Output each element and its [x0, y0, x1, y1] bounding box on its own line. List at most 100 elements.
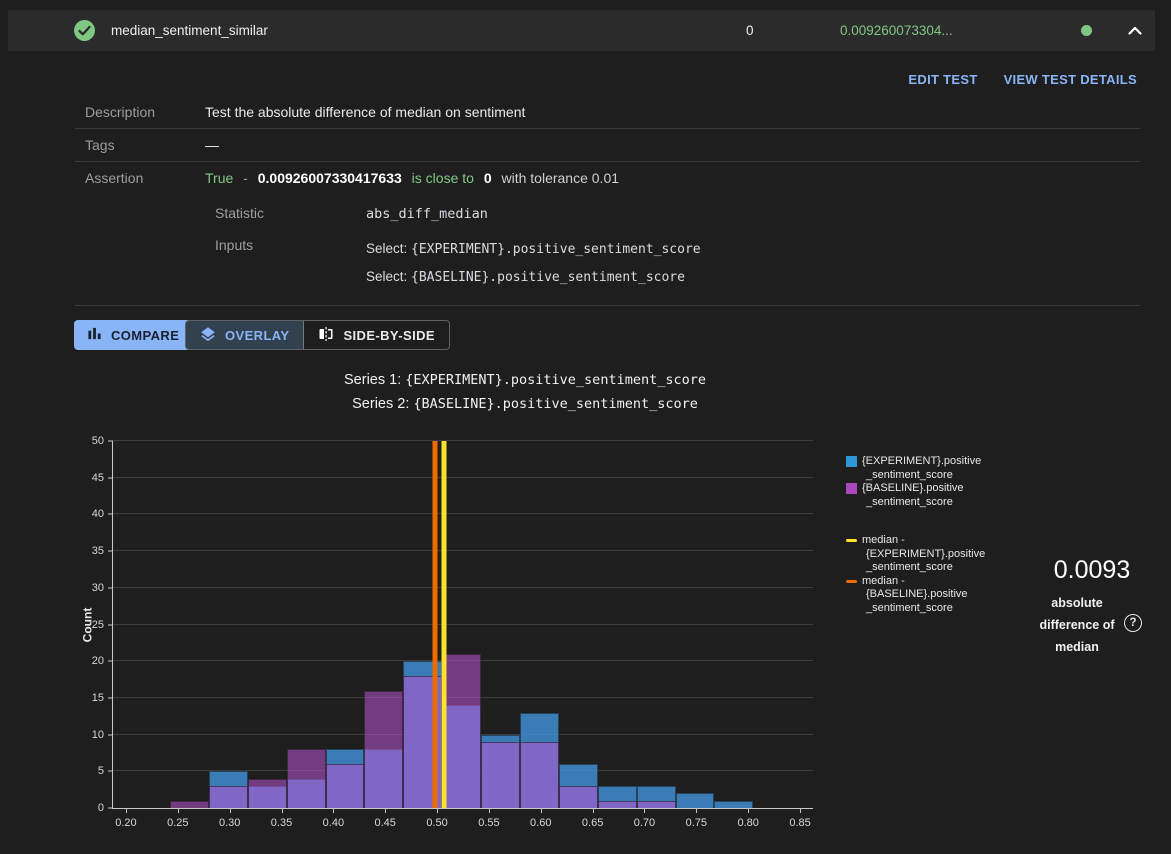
- x-tick-label: 0.25: [167, 817, 188, 829]
- y-tick-mark: [108, 514, 113, 515]
- y-tick-label: 50: [72, 435, 104, 447]
- input-code: {BASELINE}.positive_sentiment_score: [411, 270, 685, 285]
- legend-item-label: median -{EXPERIMENT}.positive_sentiment_…: [862, 534, 985, 575]
- y-tick-mark: [108, 771, 113, 772]
- y-tick-label: 30: [72, 582, 104, 594]
- gridline: [113, 513, 813, 514]
- histogram-bar: [637, 801, 676, 808]
- legend-item: median -{EXPERIMENT}.positive_sentiment_…: [846, 534, 986, 575]
- y-tick-mark: [108, 441, 113, 442]
- histogram-bar: [364, 691, 403, 808]
- assertion-expected: 0: [484, 170, 492, 186]
- x-tick-mark: [696, 808, 697, 813]
- collapse-chevron-icon[interactable]: [1125, 21, 1145, 41]
- view-test-details-link[interactable]: VIEW TEST DETAILS: [1004, 72, 1137, 87]
- header-count: 0: [746, 23, 754, 38]
- layers-icon: [200, 326, 216, 345]
- overlay-toggle[interactable]: OVERLAY: [186, 321, 304, 349]
- legend-color-swatch-icon: [846, 456, 857, 467]
- status-dot-icon: [1081, 25, 1092, 36]
- x-tick-label: 0.50: [426, 817, 447, 829]
- row-divider: [75, 128, 1140, 129]
- bar-chart-icon: [87, 326, 102, 344]
- x-tick-mark: [489, 808, 490, 813]
- x-tick-mark: [126, 808, 127, 813]
- x-tick-mark: [178, 808, 179, 813]
- statistic-label: Statistic: [215, 205, 264, 221]
- metric-block: 0.0093 absolute difference of median ?: [1022, 556, 1162, 658]
- histogram-bar: [326, 764, 365, 808]
- inputs-label: Inputs: [215, 237, 253, 253]
- x-tick-label: 0.85: [789, 817, 810, 829]
- histogram-bar: [287, 749, 326, 808]
- input-row: Select: {EXPERIMENT}.positive_sentiment_…: [366, 241, 701, 257]
- x-tick-mark: [385, 808, 386, 813]
- chart-title: Series 1: {EXPERIMENT}.positive_sentimen…: [0, 368, 1050, 416]
- y-tick-label: 25: [72, 619, 104, 631]
- x-tick-label: 0.70: [634, 817, 655, 829]
- legend-line-swatch-icon: [846, 539, 857, 542]
- histogram-bar: [442, 654, 481, 808]
- y-tick-label: 0: [72, 802, 104, 814]
- x-tick-mark: [230, 808, 231, 813]
- edit-test-link[interactable]: EDIT TEST: [908, 72, 977, 87]
- section-divider: [75, 305, 1140, 306]
- y-tick-mark: [108, 551, 113, 552]
- gridline: [113, 550, 813, 551]
- y-tick-label: 35: [72, 545, 104, 557]
- metric-label: absolute difference of median: [1036, 592, 1118, 658]
- chart-title-line1: Series 1: {EXPERIMENT}.positive_sentimen…: [0, 368, 1050, 392]
- x-tick-label: 0.75: [686, 817, 707, 829]
- median-line: [442, 441, 447, 808]
- x-tick-label: 0.30: [219, 817, 240, 829]
- gridline: [113, 440, 813, 441]
- assertion-actual: 0.00926007330417633: [258, 170, 402, 186]
- x-tick-mark: [437, 808, 438, 813]
- view-mode-toggle: OVERLAY SIDE-BY-SIDE: [185, 320, 450, 350]
- legend-item-label: {EXPERIMENT}.positive_sentiment_score: [862, 455, 981, 482]
- y-tick-mark: [108, 697, 113, 698]
- x-tick-label: 0.35: [271, 817, 292, 829]
- legend-line-swatch-icon: [846, 580, 857, 583]
- x-tick-label: 0.45: [375, 817, 396, 829]
- y-tick-mark: [108, 661, 113, 662]
- input-code: {EXPERIMENT}.positive_sentiment_score: [411, 242, 701, 257]
- x-tick-mark: [541, 808, 542, 813]
- compare-button[interactable]: COMPARE: [74, 320, 192, 350]
- assertion-separator: -: [243, 170, 248, 186]
- x-tick-label: 0.65: [582, 817, 603, 829]
- assertion-relation: is close to: [412, 170, 474, 186]
- gridline: [113, 587, 813, 588]
- assertion-value: True - 0.00926007330417633 is close to 0…: [205, 170, 619, 186]
- histogram-bar: [714, 801, 753, 808]
- side-by-side-toggle[interactable]: SIDE-BY-SIDE: [304, 321, 448, 349]
- action-links: EDIT TEST VIEW TEST DETAILS: [908, 72, 1137, 87]
- x-tick-label: 0.60: [530, 817, 551, 829]
- histogram-bar: [248, 779, 287, 808]
- gridline: [113, 624, 813, 625]
- legend-item-label: {BASELINE}.positive_sentiment_score: [862, 482, 964, 509]
- x-tick-label: 0.55: [478, 817, 499, 829]
- y-tick-label: 10: [72, 729, 104, 741]
- y-tick-label: 20: [72, 655, 104, 667]
- statistic-value: abs_diff_median: [366, 206, 488, 222]
- x-tick-mark: [748, 808, 749, 813]
- histogram-plot: 051015202530354045500.200.250.300.350.40…: [112, 441, 813, 809]
- x-tick-mark: [282, 808, 283, 813]
- input-prefix: Select:: [366, 269, 411, 284]
- assertion-label: Assertion: [85, 170, 143, 186]
- legend-item: median -{BASELINE}.positive_sentiment_sc…: [846, 575, 986, 616]
- passed-check-icon: [74, 20, 95, 41]
- gridline: [113, 477, 813, 478]
- y-tick-mark: [108, 734, 113, 735]
- chart-legend: {EXPERIMENT}.positive_sentiment_score{BA…: [846, 455, 986, 615]
- test-header-row[interactable]: median_sentiment_similar 0 0.00926007330…: [8, 10, 1155, 51]
- x-tick-label: 0.40: [323, 817, 344, 829]
- x-tick-label: 0.20: [115, 817, 136, 829]
- help-icon[interactable]: ?: [1124, 614, 1142, 632]
- legend-item: {BASELINE}.positive_sentiment_score: [846, 482, 986, 509]
- y-tick-mark: [108, 624, 113, 625]
- histogram-bar: [520, 742, 559, 808]
- legend-color-swatch-icon: [846, 483, 857, 494]
- assertion-result: True: [205, 170, 233, 186]
